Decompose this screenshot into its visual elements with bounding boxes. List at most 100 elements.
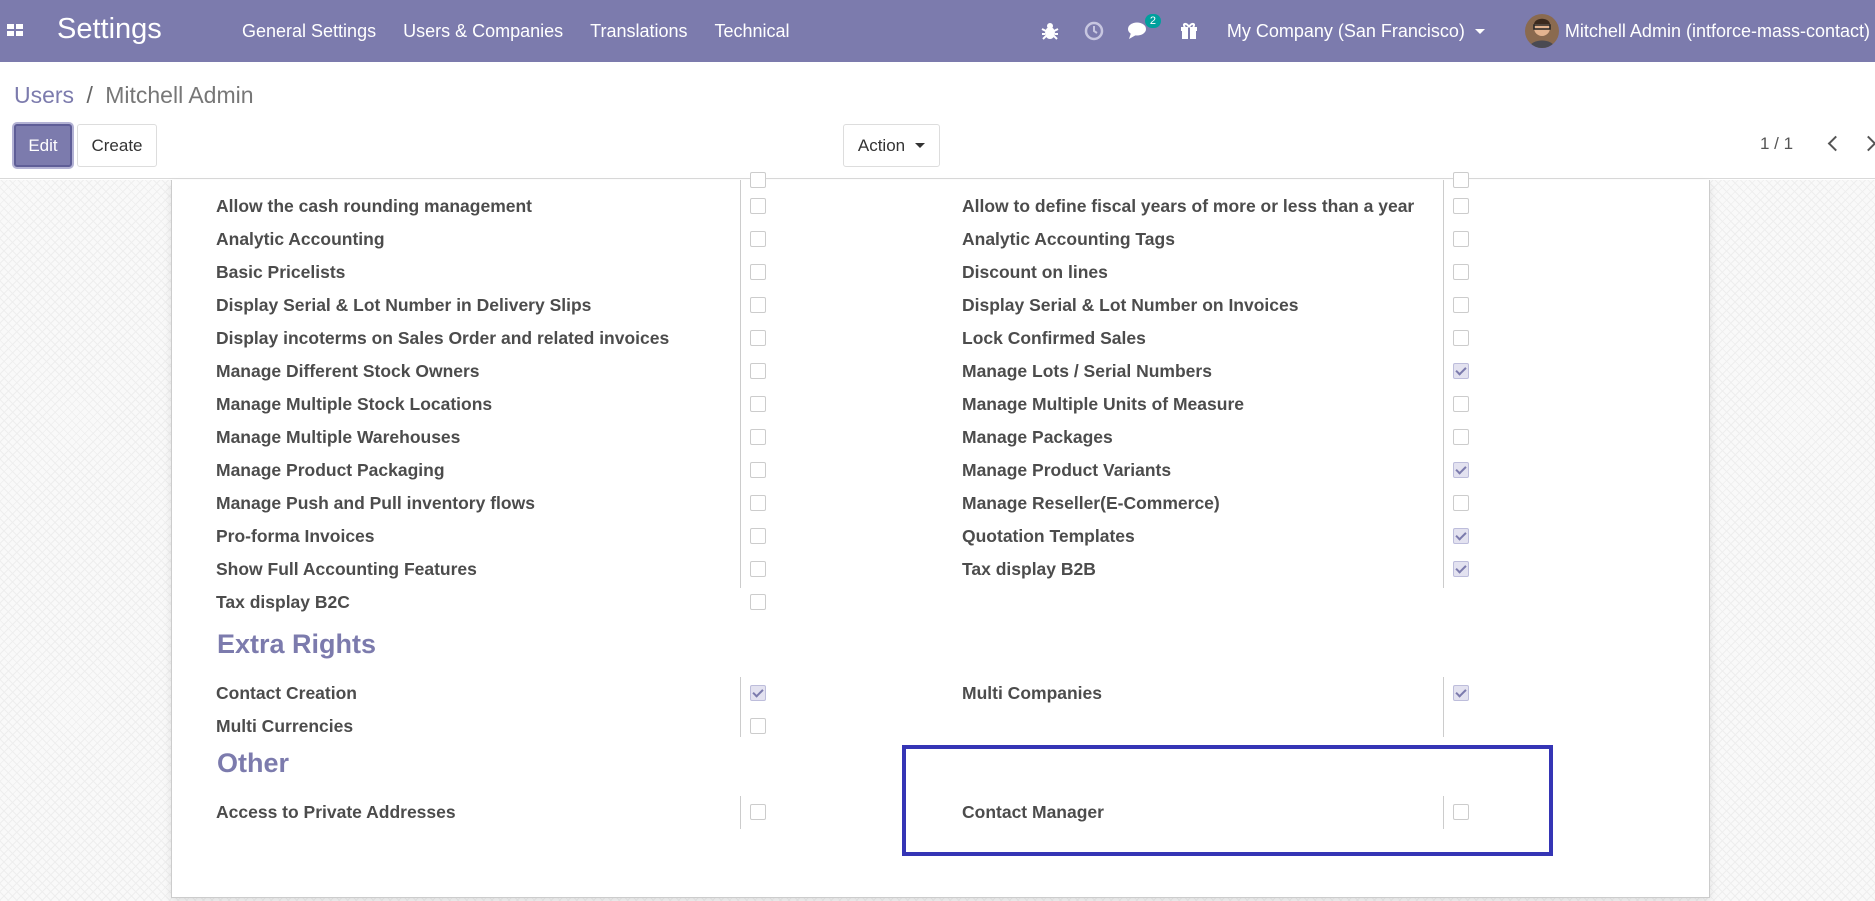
checkbox[interactable] [1453, 462, 1469, 478]
systray: 2 My Company (San Francisco) Mitchell Ad… [1039, 0, 1875, 62]
messages-badge: 2 [1144, 14, 1161, 28]
checkbox[interactable] [1453, 429, 1469, 445]
checkbox[interactable] [750, 718, 766, 734]
app-title: Settings [57, 13, 162, 45]
field-label: Manage Packages [962, 427, 1113, 447]
chevron-down-icon [915, 143, 926, 148]
pager-next-button[interactable] [1857, 128, 1875, 158]
section-title-other: Other [217, 748, 290, 778]
action-button[interactable]: Action [843, 124, 940, 167]
checkbox[interactable] [1453, 297, 1469, 313]
menu-translations[interactable]: Translations [590, 21, 687, 42]
breadcrumb-users-link[interactable]: Users [14, 82, 74, 108]
field-label: Quotation Templates [962, 526, 1135, 546]
checkbox[interactable] [1453, 231, 1469, 247]
clock-icon[interactable] [1083, 20, 1105, 42]
checkbox[interactable] [750, 685, 766, 701]
checkbox[interactable] [750, 264, 766, 280]
field-label: Manage Product Variants [962, 460, 1172, 480]
field-label: Tax display B2B [962, 559, 1096, 579]
column-divider [1443, 180, 1444, 588]
checkbox[interactable] [750, 198, 766, 214]
field-label: Manage Different Stock Owners [216, 361, 480, 381]
checkbox[interactable] [750, 231, 766, 247]
checkbox[interactable] [750, 429, 766, 445]
breadcrumb: Users / Mitchell Admin [14, 82, 254, 109]
checkbox[interactable] [750, 495, 766, 511]
pager-previous-button[interactable] [1820, 128, 1846, 158]
menu-users-companies[interactable]: Users & Companies [403, 21, 563, 42]
checkbox[interactable] [750, 396, 766, 412]
edit-button[interactable]: Edit [14, 124, 72, 167]
field-label: Display Serial & Lot Number on Invoices [962, 295, 1299, 315]
menu-technical[interactable]: Technical [715, 21, 790, 42]
checkbox[interactable] [750, 297, 766, 313]
column-divider [740, 180, 741, 588]
menu-general-settings[interactable]: General Settings [242, 21, 376, 42]
user-name: Mitchell Admin (intforce-mass-contact) [1564, 20, 1870, 41]
checkbox[interactable] [750, 462, 766, 478]
field-label: Manage Lots / Serial Numbers [962, 361, 1212, 381]
column-divider [1443, 677, 1444, 737]
checkbox[interactable] [750, 363, 766, 379]
checkbox[interactable] [1453, 363, 1469, 379]
field-label: Manage Product Packaging [216, 460, 445, 480]
field-label: Manage Multiple Warehouses [216, 427, 461, 447]
field-label: Manage Push and Pull inventory flows [216, 493, 535, 513]
company-name: My Company (San Francisco) [1226, 20, 1465, 41]
chevron-down-icon [1474, 28, 1485, 34]
checkbox[interactable] [750, 330, 766, 346]
checkbox[interactable] [1453, 172, 1469, 188]
avatar [1524, 14, 1559, 48]
create-button[interactable]: Create [77, 124, 157, 167]
checkbox[interactable] [750, 561, 766, 577]
breadcrumb-separator: / [86, 82, 93, 108]
field-label: Allow the cash rounding management [216, 196, 533, 216]
chevron-left-icon [1827, 135, 1843, 151]
checkbox[interactable] [750, 594, 766, 610]
checkbox[interactable] [750, 528, 766, 544]
field-label: Tax display B2C [216, 592, 350, 612]
field-label: Display Serial & Lot Number in Delivery … [216, 295, 592, 315]
checkbox[interactable] [1453, 528, 1469, 544]
field-label: Allow to define fiscal years of more or … [962, 196, 1415, 216]
field-label: Basic Pricelists [216, 262, 346, 282]
field-label: Analytic Accounting [216, 229, 385, 249]
main-menu: General Settings Users & Companies Trans… [242, 0, 817, 62]
field-label: Display incoterms on Sales Order and rel… [216, 328, 670, 348]
checkbox[interactable] [750, 172, 766, 188]
field-label: Discount on lines [962, 262, 1108, 282]
field-label: Lock Confirmed Sales [962, 328, 1146, 348]
gift-icon[interactable] [1179, 20, 1201, 42]
field-label: Access to Private Addresses [216, 802, 456, 822]
checkbox[interactable] [1453, 495, 1469, 511]
apps-menu-icon[interactable] [7, 24, 25, 38]
checkbox[interactable] [1453, 396, 1469, 412]
top-navbar: Settings General Settings Users & Compan… [0, 0, 1875, 62]
checkbox[interactable] [1453, 330, 1469, 346]
section-title-extra-rights: Extra Rights [217, 629, 377, 659]
checkbox[interactable] [750, 804, 766, 820]
checkbox[interactable] [1453, 561, 1469, 577]
action-button-label: Action [857, 135, 906, 155]
control-panel: Users / Mitchell Admin Edit Create Actio… [0, 62, 1875, 179]
checkbox[interactable] [1453, 685, 1469, 701]
user-menu[interactable]: Mitchell Admin (intforce-mass-contact) [1524, 14, 1870, 48]
field-label: Pro-forma Invoices [216, 526, 375, 546]
field-label: Manage Multiple Stock Locations [216, 394, 493, 414]
breadcrumb-current: Mitchell Admin [105, 82, 254, 108]
field-label: Multi Currencies [216, 716, 354, 736]
chevron-right-icon [1860, 135, 1875, 151]
field-label: Multi Companies [962, 683, 1103, 703]
bug-icon[interactable] [1039, 20, 1061, 42]
checkbox[interactable] [1453, 264, 1469, 280]
messages-icon[interactable]: 2 [1127, 14, 1161, 42]
field-label: Manage Multiple Units of Measure [962, 394, 1244, 414]
field-label: Show Full Accounting Features [216, 559, 477, 579]
highlight-box [902, 745, 1553, 856]
company-switcher[interactable]: My Company (San Francisco) [1227, 21, 1485, 42]
field-label: Contact Creation [216, 683, 357, 703]
column-divider [740, 677, 741, 737]
checkbox[interactable] [1453, 198, 1469, 214]
field-label: Analytic Accounting Tags [962, 229, 1175, 249]
